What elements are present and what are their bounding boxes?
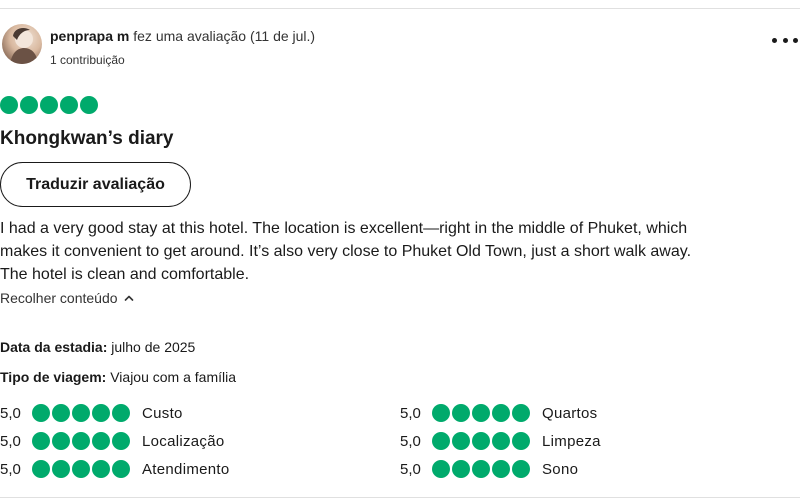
rating-bubble-icon bbox=[512, 460, 530, 478]
sub-rating-category: Localização bbox=[142, 432, 225, 450]
more-horizontal-icon bbox=[782, 37, 788, 43]
review-body-line: The hotel is clean and comfortable. bbox=[0, 266, 250, 283]
rating-bubble-icon bbox=[52, 460, 70, 478]
sub-rating-bubbles bbox=[432, 404, 532, 422]
rating-bubble-icon bbox=[92, 404, 110, 422]
stay-date: Data da estadia: julho de 2025 bbox=[0, 339, 195, 355]
collapse-label: Recolher conteúdo bbox=[0, 290, 118, 306]
sub-rating-bubbles bbox=[432, 432, 532, 450]
divider-top bbox=[0, 8, 800, 9]
sub-rating-score: 5,0 bbox=[400, 460, 421, 478]
rating-bubble-icon bbox=[112, 460, 130, 478]
sub-rating-score: 5,0 bbox=[0, 432, 21, 450]
rating-bubble-icon bbox=[512, 404, 530, 422]
review-body-line: makes it convenient to get around. It’s … bbox=[0, 243, 692, 260]
sub-rating-category: Sono bbox=[542, 460, 579, 478]
sub-rating-score: 5,0 bbox=[400, 432, 421, 450]
review-body-line: I had a very good stay at this hotel. Th… bbox=[0, 220, 688, 237]
sub-rating-score: 5,0 bbox=[0, 460, 21, 478]
rating-bubble-icon bbox=[112, 432, 130, 450]
collapse-content-link[interactable]: Recolher conteúdo bbox=[0, 290, 134, 306]
rating-bubble-icon bbox=[72, 460, 90, 478]
author-name[interactable]: penprapa m bbox=[50, 28, 129, 44]
sub-rating-category: Custo bbox=[142, 404, 183, 422]
sub-rating-category: Quartos bbox=[542, 404, 598, 422]
rating-bubble-icon bbox=[60, 96, 78, 114]
rating-bubble-icon bbox=[72, 432, 90, 450]
sub-rating-row: 5,0 Atendimento bbox=[0, 460, 230, 478]
rating-bubble-icon bbox=[472, 460, 490, 478]
rating-bubble-icon bbox=[92, 432, 110, 450]
review-card: penprapa m fez uma avaliação (11 de jul.… bbox=[0, 0, 800, 500]
rating-bubble-icon bbox=[492, 460, 510, 478]
contribution-count: 1 contribuição bbox=[50, 53, 125, 67]
rating-bubble-icon bbox=[20, 96, 38, 114]
translate-button[interactable]: Traduzir avaliação bbox=[0, 162, 191, 207]
sub-rating-score: 5,0 bbox=[400, 404, 421, 422]
more-horizontal-icon bbox=[772, 37, 777, 43]
sub-rating-bubbles bbox=[32, 460, 132, 478]
rating-bubble-icon bbox=[80, 96, 98, 114]
sub-rating-row: 5,0 Localização bbox=[0, 432, 225, 450]
rating-bubble-icon bbox=[452, 432, 470, 450]
trip-type-label: Tipo de viagem: bbox=[0, 369, 107, 385]
rating-bubble-icon bbox=[52, 432, 70, 450]
rating-bubble-icon bbox=[512, 432, 530, 450]
trip-type-value: Viajou com a família bbox=[110, 369, 237, 385]
rating-bubble-icon bbox=[52, 404, 70, 422]
sub-rating-row: 5,0 Sono bbox=[400, 460, 578, 478]
rating-bubble-icon bbox=[72, 404, 90, 422]
stay-date-label: Data da estadia: bbox=[0, 339, 108, 355]
author-line: penprapa m fez uma avaliação (11 de jul.… bbox=[50, 28, 315, 44]
rating-bubble-icon bbox=[432, 432, 450, 450]
rating-bubble-icon bbox=[472, 432, 490, 450]
rating-bubble-icon bbox=[40, 96, 58, 114]
sub-rating-bubbles bbox=[32, 404, 132, 422]
review-title: Khongkwan’s diary bbox=[0, 128, 174, 149]
review-body: I had a very good stay at this hotel. Th… bbox=[0, 217, 800, 286]
review-action: fez uma avaliação (11 de jul.) bbox=[133, 28, 316, 44]
sub-rating-score: 5,0 bbox=[0, 404, 21, 422]
rating-bubble-icon bbox=[452, 404, 470, 422]
divider-bottom bbox=[0, 497, 800, 498]
rating-bubble-icon bbox=[32, 404, 50, 422]
rating-bubble-icon bbox=[92, 460, 110, 478]
sub-rating-category: Atendimento bbox=[142, 460, 230, 478]
more-options-button[interactable] bbox=[772, 30, 798, 50]
review-rating bbox=[0, 96, 100, 114]
rating-bubble-icon bbox=[492, 404, 510, 422]
sub-rating-bubbles bbox=[32, 432, 132, 450]
rating-bubble-icon bbox=[32, 432, 50, 450]
more-horizontal-icon bbox=[793, 37, 798, 43]
stay-date-value: julho de 2025 bbox=[111, 339, 196, 355]
sub-rating-row: 5,0 Quartos bbox=[400, 404, 597, 422]
rating-bubble-icon bbox=[32, 460, 50, 478]
trip-type: Tipo de viagem: Viajou com a família bbox=[0, 369, 236, 385]
rating-bubble-icon bbox=[112, 404, 130, 422]
rating-bubble-icon bbox=[492, 432, 510, 450]
rating-bubble-icon bbox=[452, 460, 470, 478]
sub-rating-row: 5,0 Custo bbox=[0, 404, 183, 422]
chevron-up-icon bbox=[124, 295, 133, 301]
avatar[interactable] bbox=[2, 24, 42, 64]
rating-bubble-icon bbox=[0, 96, 18, 114]
sub-rating-category: Limpeza bbox=[542, 432, 601, 450]
sub-rating-bubbles bbox=[432, 460, 532, 478]
sub-rating-row: 5,0 Limpeza bbox=[400, 432, 601, 450]
rating-bubble-icon bbox=[432, 460, 450, 478]
rating-bubble-icon bbox=[432, 404, 450, 422]
rating-bubble-icon bbox=[472, 404, 490, 422]
